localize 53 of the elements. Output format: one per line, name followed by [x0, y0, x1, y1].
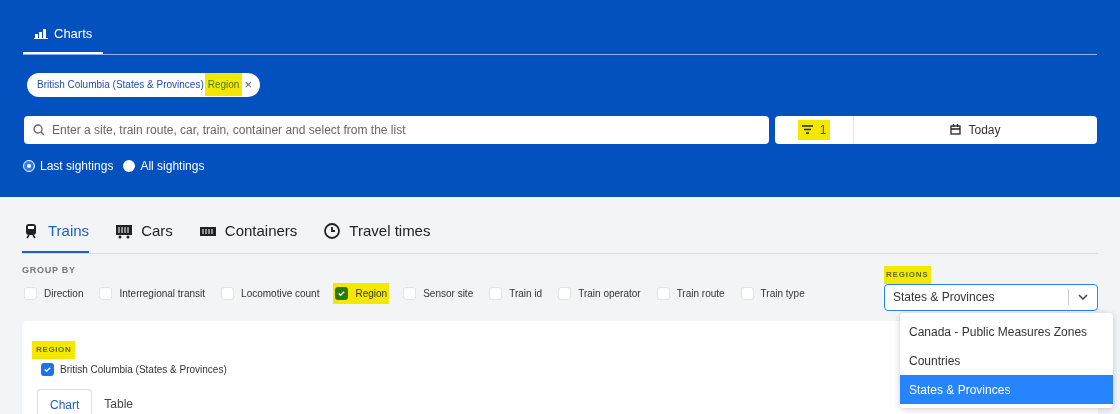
- charts-tab[interactable]: Charts: [23, 24, 104, 54]
- view-tab[interactable]: Chart: [37, 388, 93, 414]
- dropdown-option[interactable]: States & Provinces: [900, 375, 1113, 404]
- checkbox[interactable]: [24, 287, 37, 300]
- freight-car-icon: [115, 222, 134, 241]
- filter-button[interactable]: 1: [775, 115, 854, 144]
- calendar-icon: [950, 124, 962, 135]
- sighting-radio[interactable]: Last sightings: [23, 156, 114, 175]
- filter-icon: [801, 125, 813, 134]
- group-by-option[interactable]: Train id: [487, 283, 545, 304]
- chip-tag: Region: [204, 73, 243, 96]
- group-by-option[interactable]: Train route: [654, 283, 727, 304]
- chip-text: British Columbia (States & Provinces): [37, 78, 204, 92]
- dropdown-option[interactable]: Canada - Public Measures Zones: [900, 317, 1113, 346]
- check-icon: [337, 289, 347, 298]
- sighting-radio[interactable]: All sightings: [123, 156, 205, 175]
- checkbox[interactable]: [558, 287, 572, 300]
- checkbox[interactable]: [656, 287, 670, 300]
- group-by-option[interactable]: Interregional transit: [97, 283, 208, 304]
- group-by-title: GROUP BY: [22, 263, 77, 277]
- search-icon: [33, 123, 45, 136]
- group-by-option[interactable]: Region: [333, 283, 390, 304]
- regions-select[interactable]: States & Provinces: [884, 283, 1098, 311]
- region-title: REGION: [32, 340, 76, 359]
- view-tab[interactable]: Table: [92, 388, 146, 414]
- group-by-option[interactable]: Train type: [738, 283, 807, 304]
- check-icon: [43, 364, 52, 374]
- search-field[interactable]: Enter a site, train route, car, train, container and select from the list: [24, 115, 769, 144]
- group-by-option[interactable]: Locomotive count: [219, 283, 322, 304]
- checkbox[interactable]: [403, 287, 417, 300]
- close-button[interactable]: ×: [244, 78, 253, 91]
- checkbox[interactable]: [335, 287, 349, 300]
- category-tab[interactable]: Trains: [22, 220, 90, 253]
- regions-label: REGIONS: [884, 265, 931, 284]
- date-button[interactable]: Today: [854, 115, 1097, 144]
- radio-button[interactable]: [23, 159, 35, 172]
- radio-button[interactable]: [123, 159, 136, 172]
- checkbox[interactable]: [489, 287, 503, 300]
- checkbox[interactable]: [740, 287, 754, 300]
- category-tab[interactable]: Cars: [115, 220, 173, 253]
- bar-chart-icon: [34, 28, 48, 39]
- category-tab[interactable]: Containers: [198, 220, 298, 253]
- checkbox[interactable]: [99, 287, 113, 300]
- chevron-down-icon: [1078, 294, 1088, 300]
- checkbox[interactable]: [41, 362, 54, 376]
- dropdown-option[interactable]: Countries: [900, 346, 1113, 375]
- group-by-option[interactable]: Sensor site: [401, 283, 476, 304]
- group-by-option[interactable]: Train operator: [556, 283, 643, 304]
- checkbox[interactable]: [221, 287, 235, 300]
- clock-icon: [323, 222, 342, 241]
- group-by-option[interactable]: Direction: [22, 283, 86, 304]
- filter-count: 1: [797, 119, 831, 140]
- category-tab[interactable]: Travel times: [323, 220, 431, 253]
